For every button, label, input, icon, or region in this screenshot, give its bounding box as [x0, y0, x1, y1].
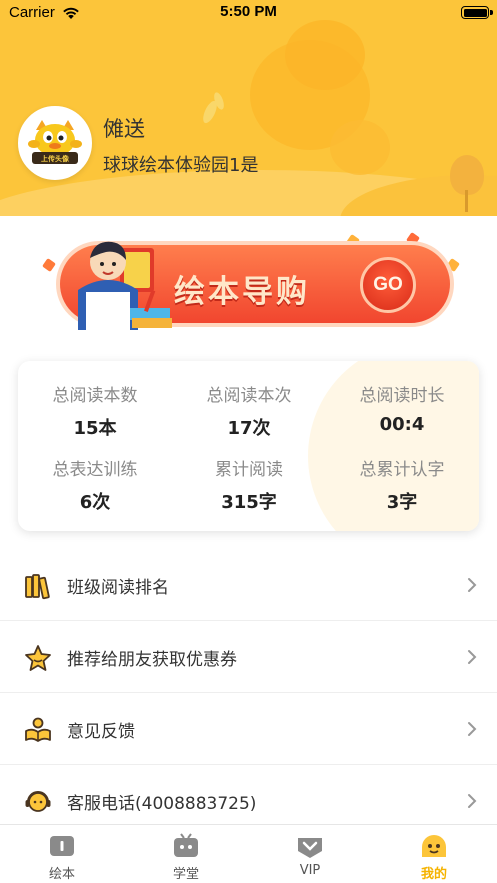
picture-book-shop-banner[interactable]: 绘本导购 GO — [38, 230, 460, 340]
menu-label: 意见反馈 — [67, 722, 135, 742]
banner-title: 绘本导购 — [174, 274, 310, 310]
stat-label: 累计阅读 — [215, 460, 283, 480]
clock-label: 5:50 PM — [220, 3, 277, 20]
stat-total-reads: 总阅读本次 17次 — [172, 381, 326, 440]
bottom-tab-bar: 绘本 学堂 VIP 我的 — [0, 824, 497, 883]
smile-icon — [422, 835, 446, 857]
spark-decoration — [42, 258, 56, 272]
stat-label: 总阅读本次 — [206, 386, 292, 406]
stat-total-duration: 总阅读时长 00:4 — [325, 381, 479, 435]
menu-item-refer-friend[interactable]: 推荐给朋友获取优惠券 — [0, 621, 497, 693]
tv-icon — [174, 833, 198, 857]
stat-label: 总阅读本数 — [52, 386, 138, 406]
stat-cumulative-reading: 累计阅读 315字 — [172, 455, 326, 514]
stat-label: 总阅读时长 — [359, 386, 445, 406]
menu-label: 班级阅读排名 — [67, 578, 169, 598]
tab-classroom[interactable]: 学堂 — [124, 825, 248, 883]
header-blob-decoration — [285, 20, 365, 90]
avatar[interactable]: 上传头像 — [18, 106, 92, 180]
chevron-right-icon — [468, 794, 477, 808]
student-reading-icon — [78, 241, 172, 330]
menu-label: 客服电话(4008883725) — [67, 794, 257, 814]
tab-label: 学堂 — [172, 867, 199, 882]
stat-characters-learned: 总累计认字 3字 — [325, 455, 479, 514]
stat-value: 17次 — [227, 418, 271, 439]
stat-value: 15本 — [73, 418, 117, 439]
avatar-badge-text: 上传头像 — [41, 154, 70, 163]
tab-vip[interactable]: VIP — [248, 825, 372, 883]
username: 傩送 — [103, 117, 145, 141]
chevron-right-icon — [468, 722, 477, 736]
chevron-right-icon — [468, 578, 477, 592]
tree-decoration — [450, 155, 484, 195]
battery-icon — [461, 6, 493, 19]
headset-icon — [25, 791, 51, 812]
tab-mine[interactable]: 我的 — [372, 825, 496, 883]
tab-label: VIP — [299, 863, 321, 878]
menu-item-class-ranking[interactable]: 班级阅读排名 — [0, 549, 497, 621]
feedback-icon — [25, 717, 51, 742]
stat-value: 315字 — [221, 492, 277, 513]
school-name: 球球绘本体验园1是 — [103, 155, 259, 176]
reading-stats-card: 总阅读本数 15本 总阅读本次 17次 总阅读时长 00:4 总表达训练 6次 … — [18, 361, 479, 531]
book-icon — [50, 836, 74, 856]
stat-label: 总表达训练 — [52, 460, 138, 480]
stat-label: 总累计认字 — [359, 460, 445, 480]
menu-item-feedback[interactable]: 意见反馈 — [0, 693, 497, 765]
chevron-right-icon — [468, 650, 477, 664]
tab-picture-books[interactable]: 绘本 — [0, 825, 124, 883]
stat-value: 00:4 — [379, 414, 425, 435]
star-icon — [25, 645, 51, 671]
stat-value: 3字 — [386, 492, 418, 513]
profile-header: Carrier 5:50 PM 上传头像 傩送 球球绘本体验园1是 — [0, 0, 497, 216]
books-icon — [25, 574, 50, 600]
vip-icon — [298, 838, 322, 858]
tree-trunk-decoration — [465, 190, 468, 212]
status-bar: Carrier 5:50 PM — [0, 0, 497, 26]
duck-avatar-icon: 上传头像 — [20, 108, 90, 178]
menu-label: 推荐给朋友获取优惠券 — [67, 650, 237, 670]
header-blob-decoration — [330, 120, 390, 175]
tab-label: 绘本 — [48, 867, 75, 882]
stat-value: 6次 — [79, 492, 111, 513]
stat-total-books: 总阅读本数 15本 — [18, 381, 172, 440]
go-button[interactable]: GO — [360, 257, 416, 313]
stat-expression-training: 总表达训练 6次 — [18, 455, 172, 514]
tab-label: 我的 — [420, 867, 447, 882]
